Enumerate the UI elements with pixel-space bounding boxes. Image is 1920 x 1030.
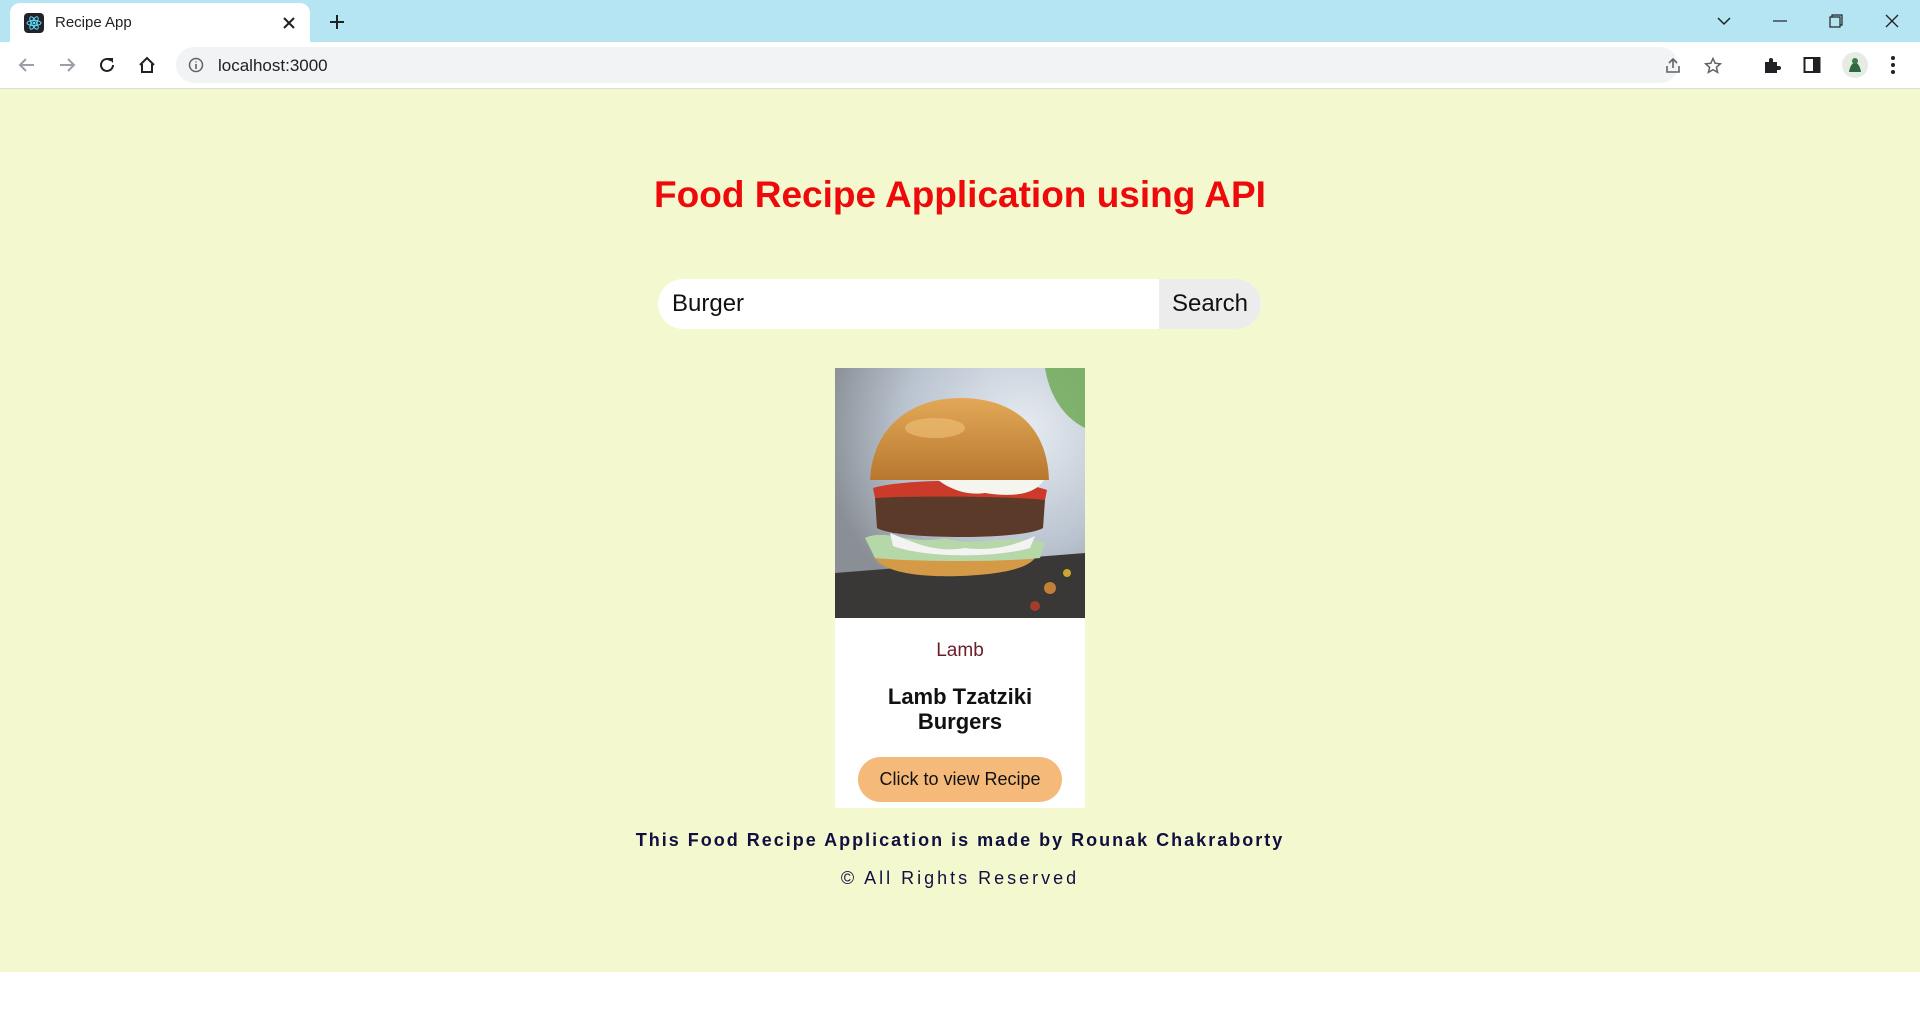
recipe-card: Lamb Lamb Tzatziki Burgers Click to view…: [835, 368, 1085, 808]
back-icon[interactable]: [12, 50, 42, 80]
bookmark-star-icon[interactable]: [1702, 55, 1724, 77]
close-window-icon[interactable]: [1864, 2, 1920, 40]
search-input[interactable]: [658, 279, 1158, 329]
page-title: Food Recipe Application using API: [654, 174, 1266, 215]
react-logo-icon: [24, 12, 44, 33]
search-button[interactable]: Search: [1159, 279, 1261, 329]
browser-tabstrip: Recipe App: [0, 0, 1920, 42]
browser-tab[interactable]: Recipe App: [10, 3, 310, 42]
recipe-image: [835, 368, 1085, 618]
side-panel-icon[interactable]: [1799, 52, 1825, 78]
footer-copyright: © All Rights Reserved: [840, 868, 1080, 888]
home-icon[interactable]: [132, 50, 162, 80]
extensions-icon[interactable]: [1759, 52, 1785, 78]
view-recipe-button[interactable]: Click to view Recipe: [858, 757, 1062, 802]
recipe-title: Lamb Tzatziki Burgers: [887, 684, 1033, 734]
new-tab-icon[interactable]: [323, 8, 351, 36]
restore-icon[interactable]: [1808, 2, 1864, 40]
minimize-icon[interactable]: [1752, 2, 1808, 40]
share-icon[interactable]: [1662, 55, 1684, 77]
url-text: localhost:3000: [218, 56, 328, 75]
reload-icon[interactable]: [92, 50, 122, 80]
close-tab-icon[interactable]: [276, 10, 302, 36]
page-content: Food Recipe Application using API Search: [0, 89, 1920, 972]
tab-search-icon[interactable]: [1696, 2, 1752, 40]
footer-credit: This Food Recipe Application is made by …: [635, 830, 1285, 850]
address-bar[interactable]: localhost:3000: [176, 47, 1722, 83]
recipe-category: Lamb: [936, 640, 984, 661]
browser-toolbar: localhost:3000: [0, 42, 1920, 89]
profile-avatar[interactable]: [1842, 52, 1868, 78]
menu-kebab-icon[interactable]: [1880, 52, 1906, 78]
site-info-icon[interactable]: [186, 55, 206, 75]
forward-icon[interactable]: [52, 50, 82, 80]
window-controls: [1696, 0, 1920, 42]
search-bar: Search: [658, 279, 1261, 329]
tab-title: Recipe App: [55, 14, 132, 31]
